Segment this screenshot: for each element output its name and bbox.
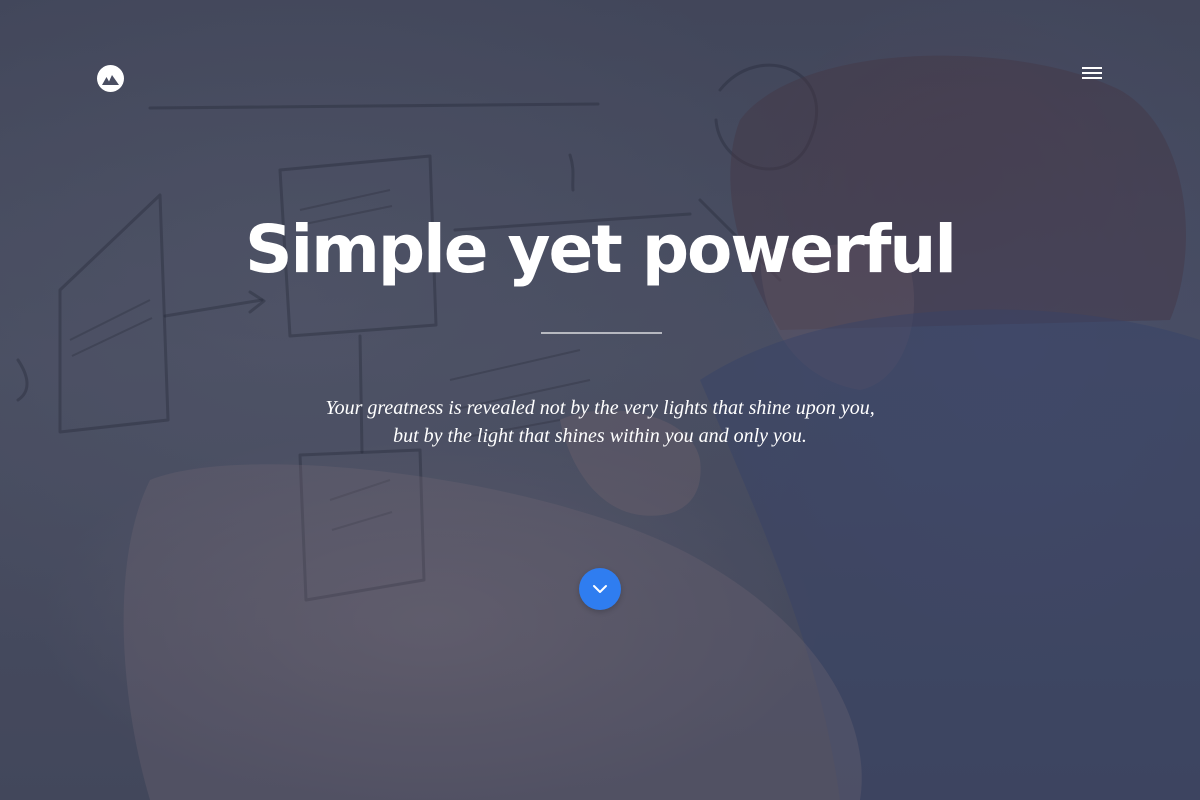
hero-quote-line-2: but by the light that shines within you …	[393, 425, 807, 447]
hamburger-menu-icon-bar-top	[1082, 67, 1102, 69]
hamburger-menu-icon-bar-bottom	[1082, 77, 1102, 79]
mountain-icon	[102, 74, 119, 85]
menu-toggle-button[interactable]	[1078, 62, 1106, 84]
hero-quote: Your greatness is revealed not by the ve…	[0, 394, 1200, 450]
scroll-down-button[interactable]	[579, 568, 621, 610]
hamburger-menu-icon-bar-middle	[1082, 72, 1102, 74]
headline-divider	[541, 332, 662, 334]
hero-quote-line-1: Your greatness is revealed not by the ve…	[325, 397, 875, 419]
chevron-down-icon	[593, 585, 607, 593]
brand-logo[interactable]	[97, 65, 124, 92]
hero-headline: Simple yet powerful	[244, 211, 957, 288]
